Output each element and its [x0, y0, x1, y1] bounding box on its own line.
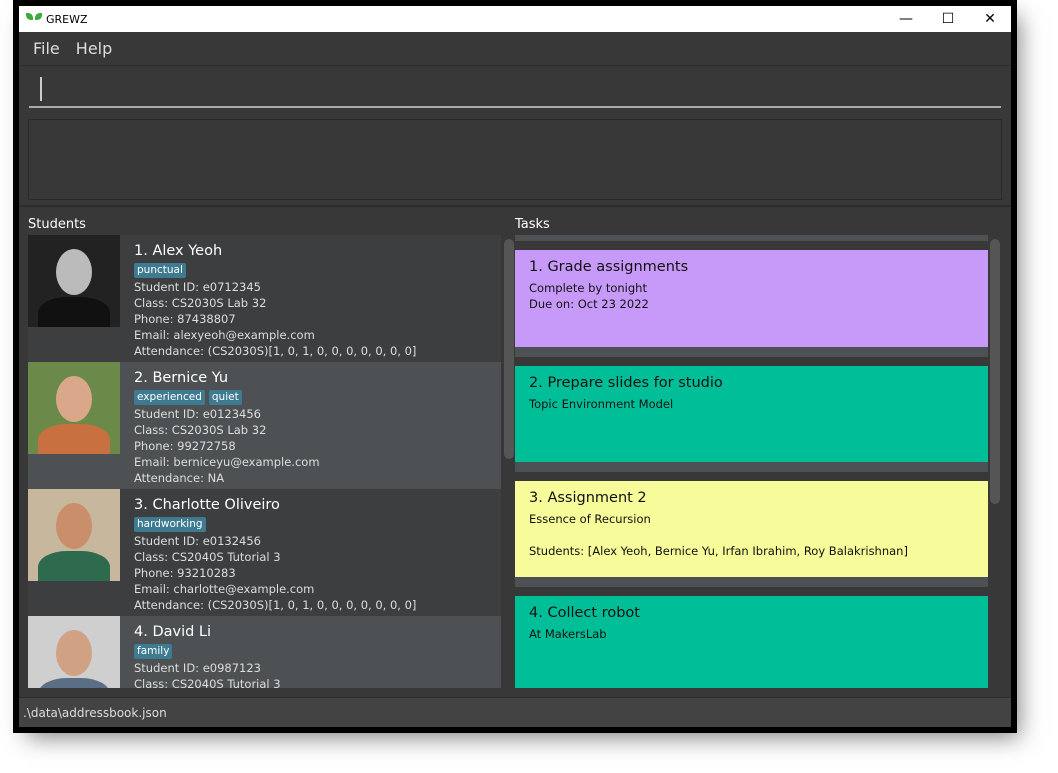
task-detail: Students: [Alex Yeoh, Bernice Yu, Irfan …	[529, 544, 908, 558]
app-window: GREWZ — ☐ ✕ File Help Students Tasks 1. …	[19, 6, 1011, 727]
student-tag: experienced	[134, 390, 205, 405]
student-email: Email: charlotte@example.com	[134, 582, 315, 596]
task-detail	[529, 527, 988, 543]
student-name: 3. Charlotte Oliveiro	[134, 497, 280, 513]
student-tag: punctual	[134, 263, 186, 278]
student-card[interactable]: 2. Bernice Yu experienced quiet Student ID:…	[28, 362, 501, 489]
task-list-scrollbar[interactable]	[990, 239, 1000, 504]
task-separator	[515, 462, 988, 472]
divider	[19, 205, 1011, 207]
student-name: 4. David Li	[134, 624, 212, 640]
student-photo	[28, 489, 120, 581]
student-attendance: Attendance: (CS2030S)[1, 0, 1, 0, 0, 0, …	[134, 598, 417, 612]
student-card[interactable]: 3. Charlotte Oliveiro hardworking Student …	[28, 489, 501, 616]
task-title: 3. Assignment 2	[529, 490, 647, 506]
student-list-scrollbar[interactable]	[504, 239, 514, 459]
student-email: Email: berniceyu@example.com	[134, 455, 320, 469]
window-title: GREWZ	[46, 12, 88, 26]
task-separator	[515, 577, 988, 587]
task-detail: Complete by tonight	[529, 281, 647, 295]
student-card[interactable]: 4. David Li family Student ID: e0987123 Cla…	[28, 616, 501, 688]
task-detail: Due on: Oct 23 2022	[529, 297, 649, 311]
task-title: 4. Collect robot	[529, 605, 640, 621]
student-attendance: Attendance: (CS2030S)[1, 0, 1, 0, 0, 0, …	[134, 344, 417, 358]
student-tag: hardworking	[134, 517, 206, 532]
student-photo	[28, 235, 120, 327]
task-detail: At MakersLab	[529, 627, 607, 641]
student-photo	[28, 616, 120, 688]
title-bar: GREWZ — ☐ ✕	[19, 6, 1011, 32]
student-cls: Class: CS2030S Lab 32	[134, 296, 267, 310]
task-detail: Essence of Recursion	[529, 512, 651, 526]
task-card[interactable]: 3. Assignment 2 Essence of Recursion Stude…	[515, 481, 988, 578]
student-attendance: Attendance: NA	[134, 471, 225, 485]
text-caret	[40, 77, 42, 101]
student-id: Student ID: e0712345	[134, 280, 261, 294]
task-card[interactable]: 4. Collect robot At MakersLab	[515, 596, 988, 688]
menu-bar: File Help	[19, 32, 1011, 66]
student-tag: quiet	[208, 390, 242, 405]
task-list[interactable]: 1. Grade assignments Complete by tonight D…	[515, 235, 988, 688]
task-separator	[515, 235, 988, 241]
task-separator	[515, 347, 988, 357]
student-id: Student ID: e0987123	[134, 661, 261, 675]
student-card[interactable]: 1. Alex Yeoh punctual Student ID: e0712345…	[28, 235, 501, 362]
student-tag: family	[134, 644, 173, 659]
student-cls: Class: CS2040S Tutorial 3	[134, 550, 281, 564]
task-card[interactable]: 2. Prepare slides for studio Topic Enviro…	[515, 366, 988, 463]
maximize-button[interactable]: ☐	[927, 6, 969, 32]
student-phone: Phone: 99272758	[134, 439, 236, 453]
close-button[interactable]: ✕	[969, 6, 1011, 32]
student-photo	[28, 362, 120, 454]
menu-help[interactable]: Help	[76, 39, 112, 58]
student-id: Student ID: e0132456	[134, 534, 261, 548]
command-input[interactable]	[29, 72, 1001, 108]
student-cls: Class: CS2040S Tutorial 3	[134, 677, 281, 688]
students-header: Students	[28, 217, 86, 232]
student-list[interactable]: 1. Alex Yeoh punctual Student ID: e0712345…	[28, 235, 501, 688]
task-title: 1. Grade assignments	[529, 259, 689, 275]
student-name: 2. Bernice Yu	[134, 370, 229, 386]
result-display	[28, 119, 1002, 200]
status-bar-filepath: .\data\addressbook.json	[19, 697, 1011, 727]
menu-file[interactable]: File	[33, 39, 60, 58]
student-email: Email: alexyeoh@example.com	[134, 328, 315, 342]
student-id: Student ID: e0123456	[134, 407, 261, 421]
student-phone: Phone: 93210283	[134, 566, 236, 580]
student-name: 1. Alex Yeoh	[134, 243, 223, 259]
sprout-logo-icon	[26, 12, 42, 26]
minimize-button[interactable]: —	[885, 6, 927, 32]
task-card[interactable]: 1. Grade assignments Complete by tonight D…	[515, 250, 988, 347]
tasks-header: Tasks	[515, 217, 550, 232]
task-title: 2. Prepare slides for studio	[529, 375, 723, 391]
student-phone: Phone: 87438807	[134, 312, 236, 326]
student-cls: Class: CS2030S Lab 32	[134, 423, 267, 437]
task-detail: Topic Environment Model	[529, 397, 674, 411]
